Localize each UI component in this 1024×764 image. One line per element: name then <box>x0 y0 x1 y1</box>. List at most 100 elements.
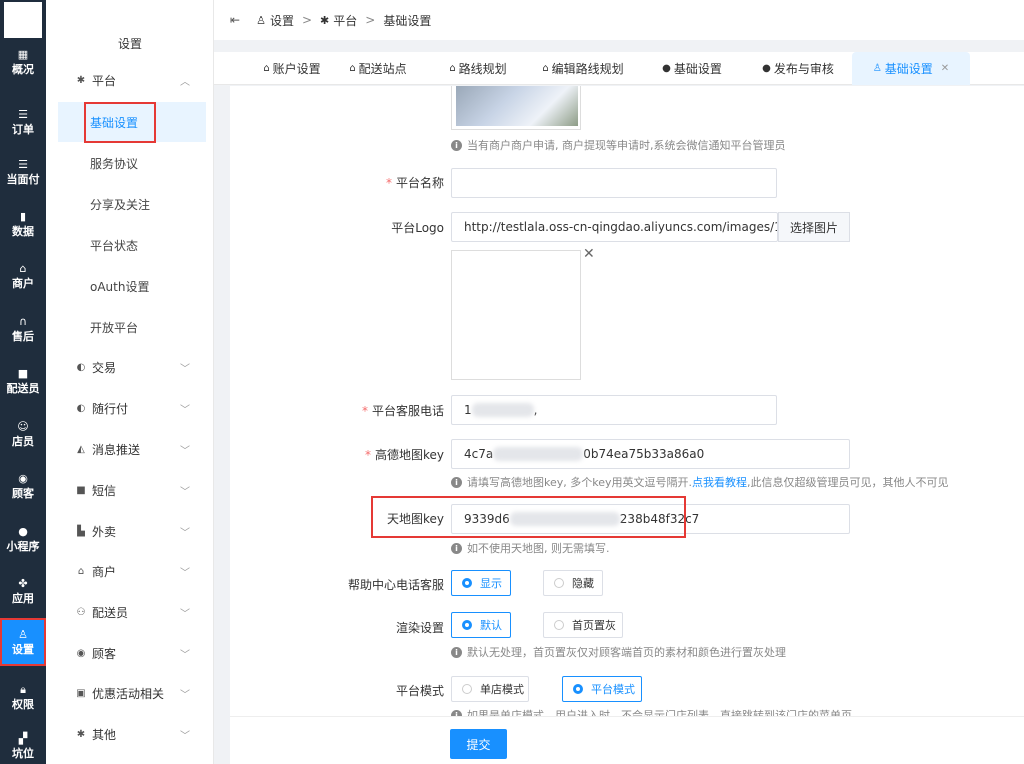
platform-logo-url-input[interactable]: http://testlala.oss-cn-qingdao.aliyuncs.… <box>451 212 778 242</box>
store-icon: ⌂ <box>263 63 270 74</box>
rail-item-clerk[interactable]: ☺ 店员 <box>0 410 46 458</box>
platform-name-input[interactable] <box>451 168 777 198</box>
list-icon: ☰ <box>18 157 28 171</box>
rail-item-courier[interactable]: ■ 配送员 <box>0 357 46 405</box>
chevron-down-icon: ﹀ <box>180 528 190 539</box>
render-gray-radio[interactable]: 首页置灰 <box>543 612 623 638</box>
rail-item-customer[interactable]: ◉ 顾客 <box>0 462 46 510</box>
user-circle-icon: ◉ <box>18 471 28 485</box>
help-phone-hide-radio[interactable]: 隐藏 <box>543 570 603 596</box>
menu-group-courier[interactable]: ⚇ 配送员 ﹀ <box>46 592 214 632</box>
breadcrumb-separator: > <box>365 13 376 27</box>
grid-icon: ▦ <box>17 47 29 61</box>
truck-icon: ■ <box>17 366 29 380</box>
amap-key-hint: i 请填写高德地图key, 多个key用英文逗号隔开. 点我看教程 ,此信息仅超级管理… <box>451 474 949 490</box>
help-phone-show-radio[interactable]: 显示 <box>451 570 511 596</box>
help-phone-label: 帮助中心电话客服 <box>347 578 444 592</box>
wechat-icon: ● <box>762 63 771 74</box>
breadcrumb-item[interactable]: 平台 <box>333 12 357 29</box>
render-default-radio[interactable]: 默认 <box>451 612 511 638</box>
tab-publish-review[interactable]: ● 发布与审核 <box>760 52 836 85</box>
tab-basic-settings-wechat[interactable]: ● 基础设置 <box>660 52 724 85</box>
notify-image <box>456 86 578 126</box>
tutorial-link[interactable]: 点我看教程 <box>692 474 747 490</box>
menu-group-merchant[interactable]: ⌂ 商户 ﹀ <box>46 551 214 591</box>
user-gear-icon: ♙ <box>256 13 266 27</box>
tab-route-planning[interactable]: ⌂ 路线规划 <box>440 52 516 85</box>
rail-item-apps[interactable]: ✤ 应用 <box>0 567 46 615</box>
tianditu-key-input[interactable]: 9339d6 238b48f32c7 <box>451 504 850 534</box>
breadcrumb-item-current: 基础设置 <box>383 13 432 28</box>
gear-icon: ✱ <box>76 728 86 740</box>
menu-item-oauth[interactable]: oAuth设置 <box>58 266 206 306</box>
send-icon: ◭ <box>77 443 85 455</box>
info-icon: i <box>451 139 462 151</box>
close-icon[interactable]: ✕ <box>941 63 949 74</box>
chevron-down-icon: ﹀ <box>180 446 190 457</box>
breadcrumb-item[interactable]: 设置 <box>270 12 294 29</box>
rail-item-data[interactable]: ▮ 数据 <box>0 200 46 248</box>
tab-bar: ⌂ 账户设置 ⌂ 配送站点 ⌂ 路线规划 ⌂ 编辑路线规划 ● 基础设置 ● 发布与审核 ♙… <box>214 52 1024 85</box>
amap-key-input[interactable]: 4c7a 0b74ea75b33a86a0 <box>451 439 850 469</box>
breadcrumb-separator: > <box>301 13 313 27</box>
chevron-down-icon: ﹀ <box>180 364 190 375</box>
menu-group-takeout[interactable]: ▙ 外卖 ﹀ <box>46 511 214 551</box>
mode-platform-radio[interactable]: 平台模式 <box>562 676 642 702</box>
mode-single-store-radio[interactable]: 单店模式 <box>451 676 529 702</box>
gift-icon: ▣ <box>76 687 86 699</box>
bar-chart-icon: ▮ <box>19 209 27 223</box>
menu-item-share-follow[interactable]: 分享及关注 <box>58 184 206 224</box>
house-icon: ⌂ <box>449 63 456 74</box>
menu-group-platform[interactable]: ✱ 平台 ︿ <box>46 60 214 100</box>
chart-icon: ▞ <box>18 731 28 745</box>
notify-hint: i 当有商户商户申请, 商户提现等申请时,系统会微信通知平台管理员 <box>451 137 786 153</box>
rail-item-orders[interactable]: ☰ 订单 <box>0 98 46 146</box>
rail-item-facepay[interactable]: ☰ 当面付 <box>0 148 46 196</box>
menu-group-other[interactable]: ✱ 其他 ﹀ <box>46 714 214 754</box>
tab-basic-settings-active[interactable]: ♙ 基础设置 ✕ <box>852 52 970 85</box>
menu-item-open-platform[interactable]: 开放平台 <box>58 307 206 347</box>
submit-button[interactable]: 提交 <box>450 729 507 759</box>
choose-image-button[interactable]: 选择图片 <box>778 212 850 242</box>
info-icon: i <box>451 476 462 488</box>
menu-group-push[interactable]: ◭ 消息推送 ﹀ <box>46 429 214 469</box>
menu-item-platform-status[interactable]: 平台状态 <box>58 225 206 265</box>
menu-group-sms[interactable]: ■ 短信 ﹀ <box>46 470 214 510</box>
menu-group-suixingfu[interactable]: ◐ 随行付 ﹀ <box>46 388 214 428</box>
rail-item-merchant[interactable]: ⌂ 商户 <box>0 252 46 300</box>
menu-item-service-agreement[interactable]: 服务协议 <box>58 143 206 183</box>
chevron-down-icon: ﹀ <box>180 690 190 701</box>
rail-item-permissions[interactable]: 🔒︎ 权限 <box>0 673 46 721</box>
users-icon: ☺ <box>17 419 29 433</box>
breadcrumb: ♙ 设置 > ✱ 平台 > 基础设置 <box>256 12 431 29</box>
list-icon: ☰ <box>18 107 28 121</box>
rail-item-slots[interactable]: ▞ 坑位 <box>0 722 46 764</box>
store-icon: ⌂ <box>77 565 85 577</box>
render-settings-label: 渲染设置 <box>395 621 444 635</box>
service-phone-label: * 平台客服电话 <box>361 404 444 418</box>
rail-item-miniprogram[interactable]: ● 小程序 <box>0 515 46 563</box>
menu-fold-icon[interactable]: ⇤ <box>230 13 240 27</box>
platform-logo-label: 平台Logo <box>391 221 444 235</box>
service-phone-input[interactable]: 1, <box>451 395 777 425</box>
tab-delivery-stations[interactable]: ⌂ 配送站点 <box>340 52 416 85</box>
rail-item-settings[interactable]: ♙ 设置 <box>0 618 46 666</box>
menu-group-trade[interactable]: ◐ 交易 ﹀ <box>46 347 214 387</box>
amap-key-label: * 高德地图key <box>364 448 444 462</box>
menu-group-promotions[interactable]: ▣ 优惠活动相关 ﹀ <box>46 673 214 713</box>
close-icon[interactable]: ✕ <box>583 246 595 262</box>
platform-mode-label: 平台模式 <box>395 684 444 698</box>
tab-edit-route-planning[interactable]: ⌂ 编辑路线规划 <box>540 52 626 85</box>
tab-account-settings[interactable]: ⌂ 账户设置 <box>254 52 330 85</box>
chevron-down-icon: ﹀ <box>180 487 190 498</box>
chevron-down-icon: ﹀ <box>180 731 190 742</box>
rail-item-overview[interactable]: ▦ 概况 <box>0 38 46 86</box>
top-header: ⇤ ♙ 设置 > ✱ 平台 > 基础设置 <box>214 0 1024 40</box>
rail-item-aftersale[interactable]: ∩ 售后 <box>0 305 46 353</box>
chevron-down-icon: ﹀ <box>180 568 190 579</box>
menu-item-basic-settings[interactable]: 基础设置 <box>58 102 206 142</box>
circle-icon: ◐ <box>76 361 86 373</box>
menu-group-customer[interactable]: ◉ 顾客 ﹀ <box>46 633 214 673</box>
submenu-title: 设置 <box>117 37 142 51</box>
info-icon: i <box>451 646 462 658</box>
